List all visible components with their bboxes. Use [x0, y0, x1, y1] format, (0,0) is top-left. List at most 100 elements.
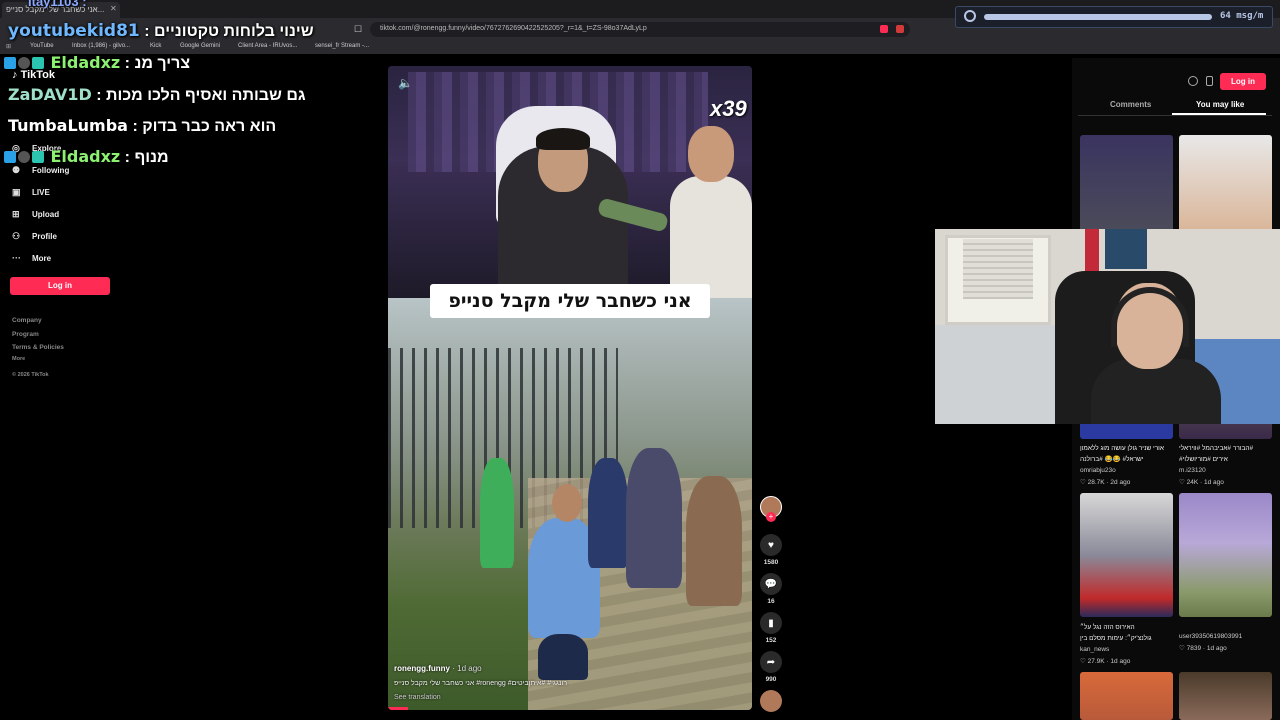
adult-brown — [686, 476, 742, 606]
suggested-video-thumb[interactable] — [1080, 672, 1173, 720]
suggested-user[interactable]: kan_news — [1080, 646, 1109, 653]
device-icon[interactable] — [1206, 76, 1213, 86]
follow-plus-icon[interactable]: + — [766, 512, 776, 522]
suggested-user[interactable]: user39350619803991 — [1179, 633, 1242, 640]
rewards-icon[interactable] — [896, 25, 904, 33]
video-author[interactable]: ronengg.funny · 1d ago — [394, 664, 482, 673]
suggested-video-thumb[interactable] — [1179, 493, 1272, 617]
suggested-stats: ♡ 7839 · 1d ago — [1179, 645, 1227, 652]
video-player[interactable]: x39 🔈 אני כשחבר שלי מקבל סנייפ ronengg.f… — [388, 66, 752, 710]
bookmark-gmail[interactable]: Inbox (1,986) - gilvo... — [72, 43, 130, 49]
suggested-title[interactable]: האירוס הזה נגל על״ — [1080, 623, 1173, 632]
suggested-likes: 7839 — [1186, 645, 1202, 652]
webcam-shutter — [963, 239, 1033, 299]
chat-text: : גם שבותה ואסיף הלכו מכות — [96, 87, 306, 104]
webcam-wall — [935, 325, 1065, 424]
suggested-age: 1d ago — [1110, 658, 1131, 665]
tab-you-may-like[interactable]: You may like — [1196, 100, 1244, 109]
suggested-user[interactable]: omriabju23o — [1080, 467, 1116, 474]
suggested-user[interactable]: m.i23120 — [1179, 467, 1206, 474]
bookmark-icon: ▮ — [760, 612, 782, 634]
footer-link-terms[interactable]: Terms & Policies — [12, 344, 64, 351]
sidebar-item-more[interactable]: ··· More — [12, 253, 51, 263]
chat-message: ZaDAV1D : גם שבותה ואסיף הלכו מכות — [8, 85, 306, 105]
suggested-likes: 28.7K — [1087, 479, 1105, 486]
bookmark-star-icon[interactable]: ☐ — [354, 24, 362, 35]
sidebar-item-live[interactable]: ▣ LIVE — [12, 187, 50, 198]
save-button[interactable]: ▮ 152 — [760, 612, 782, 644]
heart-icon: ♡ — [1080, 479, 1086, 486]
heart-icon: ♡ — [1179, 645, 1185, 652]
webcam-poster — [1105, 229, 1147, 269]
bookmark-kick[interactable]: Kick — [150, 43, 161, 49]
mod-badge-icon — [18, 151, 30, 163]
footer-link-company[interactable]: Company — [12, 317, 42, 324]
apps-grid-icon[interactable]: ⊞ — [6, 43, 11, 50]
suggested-title[interactable]: אורי שניר גולן עושה מוג ללאמון — [1080, 444, 1173, 453]
footer-link-more[interactable]: More — [12, 356, 25, 362]
chat-partial-line: Itay1103 : — [28, 0, 87, 9]
vip-badge-icon — [32, 151, 44, 163]
suggested-age: 2d ago — [1110, 479, 1131, 486]
bookmark-sensei[interactable]: sensei_fr Stream -... — [315, 43, 369, 49]
sound-avatar[interactable] — [760, 690, 782, 712]
bookmark-gemini[interactable]: Google Gemini — [180, 43, 220, 49]
sidebar-item-label: More — [32, 254, 52, 263]
sidebar-item-label: Profile — [32, 232, 57, 241]
mod-badge-icon — [18, 57, 30, 69]
sidebar-item-label: Upload — [32, 210, 60, 219]
suggested-title[interactable]: הבורר #אביבהמל #וויראלי# — [1179, 444, 1272, 453]
comment-count: 16 — [767, 598, 775, 605]
bookmarks-bar: ⊞ YouTube Inbox (1,986) - gilvo... Kick … — [0, 40, 1280, 54]
chat-username: ZaDAV1D — [8, 85, 92, 104]
chat-username: youtubekid81 — [8, 21, 140, 41]
child-backpack — [626, 448, 682, 588]
footer-link-program[interactable]: Program — [12, 331, 39, 338]
child-navy — [588, 458, 628, 568]
bookmark-youtube[interactable]: YouTube — [30, 43, 54, 49]
video-description: אני כשחבר שלי מקבל סנייפ #ronengg #רונגג… — [394, 680, 568, 687]
suggested-title[interactable]: גולנצ'יק״: עימות מסלם בין — [1080, 634, 1173, 643]
chat-username: TumbaLumba — [8, 116, 128, 135]
suggested-video-thumb[interactable] — [1179, 672, 1272, 720]
tab-close-icon[interactable]: ✕ — [110, 4, 117, 13]
sidebar-login-button[interactable]: Log in — [10, 277, 110, 295]
like-button[interactable]: ♥ 1580 — [760, 534, 782, 566]
sidebar-item-profile[interactable]: ⚇ Profile — [12, 231, 57, 242]
comment-button[interactable]: 💬 16 — [760, 573, 782, 605]
chat-rate-text: 64 msg/m — [1220, 11, 1264, 21]
see-translation-link[interactable]: See translation — [394, 694, 441, 701]
suggested-title[interactable]: #אירים #מוריושלוי — [1179, 455, 1272, 464]
share-count: 990 — [765, 676, 777, 683]
streamer-body — [1091, 359, 1221, 424]
tab-divider — [1078, 115, 1272, 116]
suggested-title[interactable]: ישראל# 😂😂 #ברולנה — [1080, 455, 1173, 464]
author-name[interactable]: ronengg.funny — [394, 664, 450, 673]
tab-comments[interactable]: Comments — [1110, 100, 1151, 109]
suggested-age: 1d ago — [1206, 645, 1227, 652]
guest-body — [670, 176, 752, 298]
widget-logo-icon — [964, 10, 976, 22]
settings-icon[interactable] — [1188, 76, 1198, 86]
author-avatar-button[interactable]: + — [760, 496, 782, 522]
share-button[interactable]: ➦ 990 — [760, 651, 782, 683]
suggested-age: 1d ago — [1204, 479, 1224, 486]
more-icon: ··· — [12, 253, 21, 263]
suggested-likes: 27.9K — [1087, 658, 1105, 665]
heart-icon: ♥ — [760, 534, 782, 556]
heart-icon: ♡ — [1080, 658, 1086, 665]
url-field[interactable]: tiktok.com/@ronengg.funny/video/76727626… — [370, 22, 910, 37]
bookmark-client-area[interactable]: Client Area - IRUvos... — [238, 43, 297, 49]
chat-message: TumbaLumba : הוא ראה כבר בדוק — [8, 116, 276, 136]
streamer-webcam — [935, 229, 1280, 424]
header-login-button[interactable]: Log in — [1220, 73, 1266, 90]
share-icon: ➦ — [760, 651, 782, 673]
suggested-video-thumb[interactable] — [1080, 493, 1173, 617]
subscriber-badge-icon — [4, 151, 16, 163]
video-progress-bar[interactable] — [388, 707, 408, 710]
heart-icon: ♡ — [1179, 479, 1185, 486]
brave-shield-icon[interactable] — [880, 25, 888, 33]
sidebar-item-upload[interactable]: ⊞ Upload — [12, 209, 59, 220]
volume-icon[interactable]: 🔈 — [398, 76, 413, 90]
subscriber-badge-icon — [4, 57, 16, 69]
